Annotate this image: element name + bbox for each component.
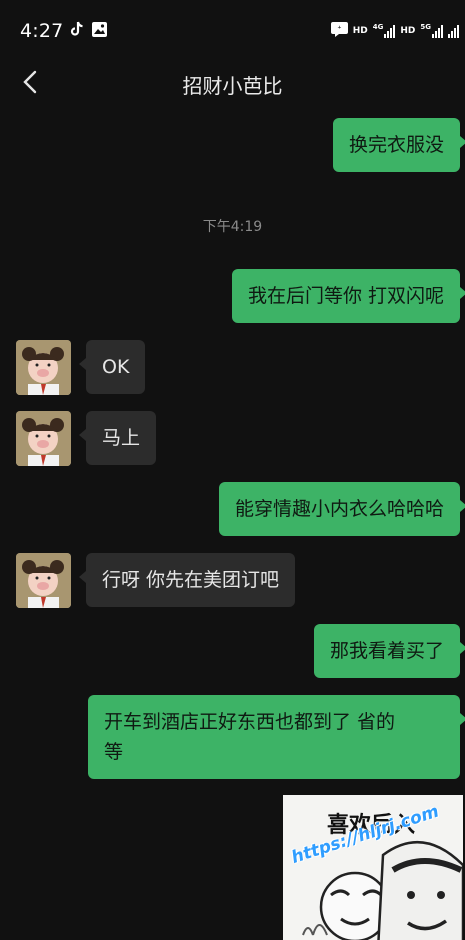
gallery-icon [91,21,108,38]
message-line: 开车到酒店正好东西也都到了 省的 [104,711,396,733]
status-time: 4:27 [20,20,64,42]
contact-avatar[interactable] [16,340,71,395]
chat-title: 招财小芭比 [182,74,283,98]
status-bar: 4:27 ⁺ HD 4G HD 5G [0,0,465,62]
message-bubble-sent[interactable]: 换完衣服没 [332,118,465,172]
message-line: 等 [104,741,124,763]
status-right-icons: ⁺ HD 4G HD 5G [330,22,459,40]
signal-icon [448,24,459,38]
message-bubble-sent[interactable]: 能穿情趣小内衣么哈哈哈 [218,482,465,536]
message-bubble-received[interactable]: 马上 [78,411,157,465]
contact-avatar[interactable] [16,553,71,608]
hd-label-2: HD [400,26,416,36]
hd-label: HD [352,26,368,36]
svg-text:⁺: ⁺ [337,24,341,33]
sticker-image[interactable]: 喜欢后入 https://hljrj.com [283,795,463,940]
contact-avatar[interactable] [16,411,71,466]
message-bubble-received[interactable]: 行呀 你先在美团订吧 [78,553,296,607]
message-bubble-sent[interactable]: 开车到酒店正好东西也都到了 省的 等 [88,695,465,779]
5g-signal-icon: 5G [420,24,443,38]
message-timestamp: 下午4:19 [202,219,263,235]
chat-header: 招财小芭比 [0,62,465,104]
message-bubble-received[interactable]: OK [78,340,146,394]
tiktok-icon [68,21,85,38]
message-bubble-sent[interactable]: 那我看着买了 [313,624,465,678]
message-bubble-sent[interactable]: 我在后门等你 打双闪呢 [231,269,465,323]
4g-signal-icon: 4G [373,24,396,38]
message-badge-icon: ⁺ [330,22,348,40]
